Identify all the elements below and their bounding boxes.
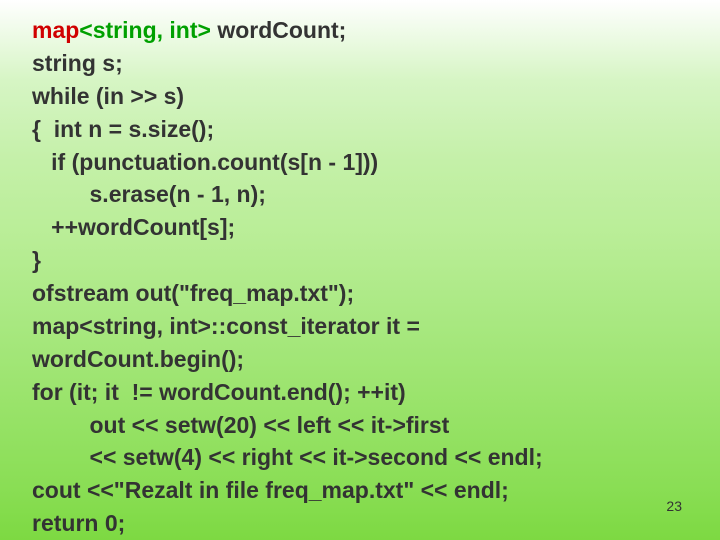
txt-l1c: wordCount; xyxy=(211,17,346,43)
kw-map: map xyxy=(32,17,79,43)
line-9: ofstream out("freq_map.txt"); xyxy=(32,280,354,306)
line-3: while (in >> s) xyxy=(32,83,184,109)
line-8: } xyxy=(32,247,41,273)
line-5: if (punctuation.count(s[n - 1])) xyxy=(32,149,378,175)
tmpl-args: <string, int> xyxy=(79,17,211,43)
code-slide: map<string, int> wordCount; string s; wh… xyxy=(0,0,720,540)
line-13: out << setw(20) << left << it->first xyxy=(32,412,449,438)
line-6: s.erase(n - 1, n); xyxy=(32,181,266,207)
code-block: map<string, int> wordCount; string s; wh… xyxy=(32,14,720,540)
line-2: string s; xyxy=(32,50,123,76)
line-15: cout <<"Rezalt in file freq_map.txt" << … xyxy=(32,477,509,503)
line-1: map<string, int> wordCount; xyxy=(32,17,346,43)
line-4: { int n = s.size(); xyxy=(32,116,214,142)
line-7: ++wordCount[s]; xyxy=(32,214,235,240)
line-11: wordCount.begin(); xyxy=(32,346,244,372)
page-number: 23 xyxy=(666,498,682,514)
line-14: << setw(4) << right << it->second << end… xyxy=(32,444,543,470)
line-12: for (it; it != wordCount.end(); ++it) xyxy=(32,379,406,405)
line-10: map<string, int>::const_iterator it = xyxy=(32,313,420,339)
line-16: return 0; xyxy=(32,510,125,536)
